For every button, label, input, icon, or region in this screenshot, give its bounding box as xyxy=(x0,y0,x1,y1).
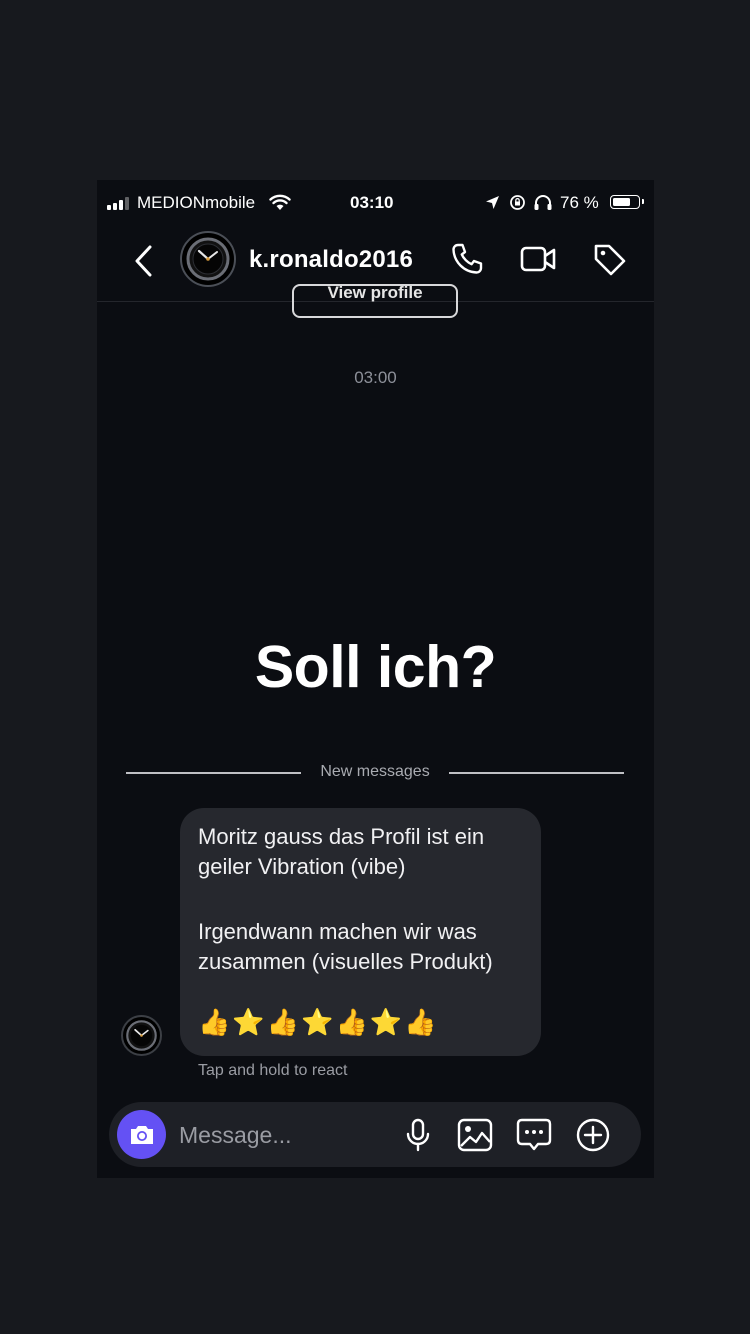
message-text: Moritz gauss das Profil ist ein geiler V… xyxy=(198,824,485,879)
rotation-lock-icon xyxy=(509,194,526,216)
sender-avatar[interactable] xyxy=(121,1015,162,1056)
add-circle-icon[interactable] xyxy=(575,1118,611,1159)
new-messages-divider: New messages xyxy=(126,763,624,783)
watch-face-icon xyxy=(186,237,230,281)
carrier-name: MEDIONmobile xyxy=(137,193,256,212)
wifi-icon xyxy=(269,194,291,216)
battery-icon xyxy=(610,195,644,209)
message-text: Irgendwann machen wir was zusammen (visu… xyxy=(198,919,493,974)
gallery-icon[interactable] xyxy=(457,1118,493,1157)
shared-story-text[interactable]: Soll ich? xyxy=(97,633,654,701)
tag-icon[interactable] xyxy=(591,241,629,282)
message-timestamp: 03:00 xyxy=(354,368,397,387)
react-hint: Tap and hold to react xyxy=(198,1062,348,1079)
message-composer xyxy=(109,1102,641,1167)
clock: 03:10 xyxy=(350,193,394,212)
headphones-icon xyxy=(533,194,553,216)
message-emojis: 👍⭐👍⭐👍⭐👍 xyxy=(198,1007,439,1037)
message-input[interactable] xyxy=(179,1117,369,1153)
status-bar: MEDIONmobile 03:10 76 % xyxy=(97,180,654,226)
view-profile-button[interactable]: View profile xyxy=(292,284,458,318)
back-chevron-icon[interactable] xyxy=(133,244,155,283)
watch-face-icon xyxy=(126,1020,157,1051)
battery-percentage: 76 % xyxy=(560,193,599,212)
avatar[interactable] xyxy=(180,231,236,287)
location-arrow-icon xyxy=(485,195,500,215)
received-message-bubble[interactable]: Moritz gauss das Profil ist ein geiler V… xyxy=(180,808,541,1056)
video-call-icon[interactable] xyxy=(519,241,557,282)
sticker-chat-icon[interactable] xyxy=(516,1118,552,1157)
chat-screen: MEDIONmobile 03:10 76 % k.ronaldo2016 Vi… xyxy=(97,180,654,1178)
camera-button[interactable] xyxy=(117,1110,166,1159)
divider-line xyxy=(449,772,624,774)
cellular-signal-icon xyxy=(107,197,129,210)
phone-icon[interactable] xyxy=(449,241,485,282)
camera-icon xyxy=(130,1125,153,1144)
microphone-icon[interactable] xyxy=(402,1118,434,1157)
chat-username[interactable]: k.ronaldo2016 xyxy=(249,246,413,274)
